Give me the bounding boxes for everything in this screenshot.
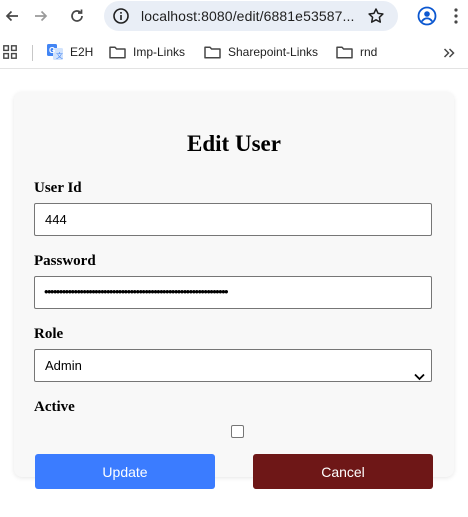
bookmark-star-icon[interactable] [366,6,386,26]
update-button[interactable]: Update [35,454,215,489]
url-text: localhost:8080/edit/6881e53587... [141,8,355,24]
bookmarks-separator [32,45,33,61]
password-mask: ••••••••••••••••••••••••••••••••••••••••… [44,284,229,299]
user-id-input[interactable]: 444 [34,203,432,236]
apps-grid-icon[interactable] [3,36,24,68]
bookmarks-overflow-icon[interactable] [440,44,458,62]
bookmark-imp-links[interactable]: Imp-Links [109,36,185,68]
browser-toolbar: localhost:8080/edit/6881e53587... [0,0,468,34]
bookmark-sharepoint-links[interactable]: Sharepoint-Links [204,36,318,68]
forward-icon[interactable] [29,4,53,28]
folder-icon [109,46,126,59]
bookmark-label: rnd [360,45,378,59]
active-label: Active [34,399,75,415]
password-label: Password [34,253,96,269]
folder-icon [204,46,221,59]
g-translate-icon: G文 [47,44,63,60]
chevron-down-icon [414,361,425,392]
svg-text:文: 文 [56,51,63,60]
bookmarks-bar: G文 E2H Imp-Links Sharepoint-Links rnd [0,36,468,69]
site-info-icon[interactable] [112,7,130,25]
active-checkbox[interactable] [231,425,244,438]
address-bar[interactable]: localhost:8080/edit/6881e53587... [104,1,398,31]
page-title: Edit User [187,131,281,156]
role-selected-value: Admin [45,358,82,373]
role-select[interactable]: Admin [34,349,432,382]
user-id-label: User Id [34,180,82,196]
cancel-button[interactable]: Cancel [253,454,433,489]
svg-text:G: G [49,46,55,55]
bookmark-label: Imp-Links [133,45,186,59]
bookmark-rnd[interactable]: rnd [336,36,377,68]
role-label: Role [34,326,64,342]
bookmark-e2h[interactable]: G文 E2H [47,36,93,68]
folder-icon [336,46,353,59]
bookmark-label: Sharepoint-Links [228,45,319,59]
kebab-menu-icon[interactable] [448,5,464,27]
bookmark-label: E2H [70,45,94,59]
reload-icon[interactable] [65,4,89,28]
profile-avatar-icon[interactable] [416,5,438,27]
back-icon[interactable] [0,4,24,28]
